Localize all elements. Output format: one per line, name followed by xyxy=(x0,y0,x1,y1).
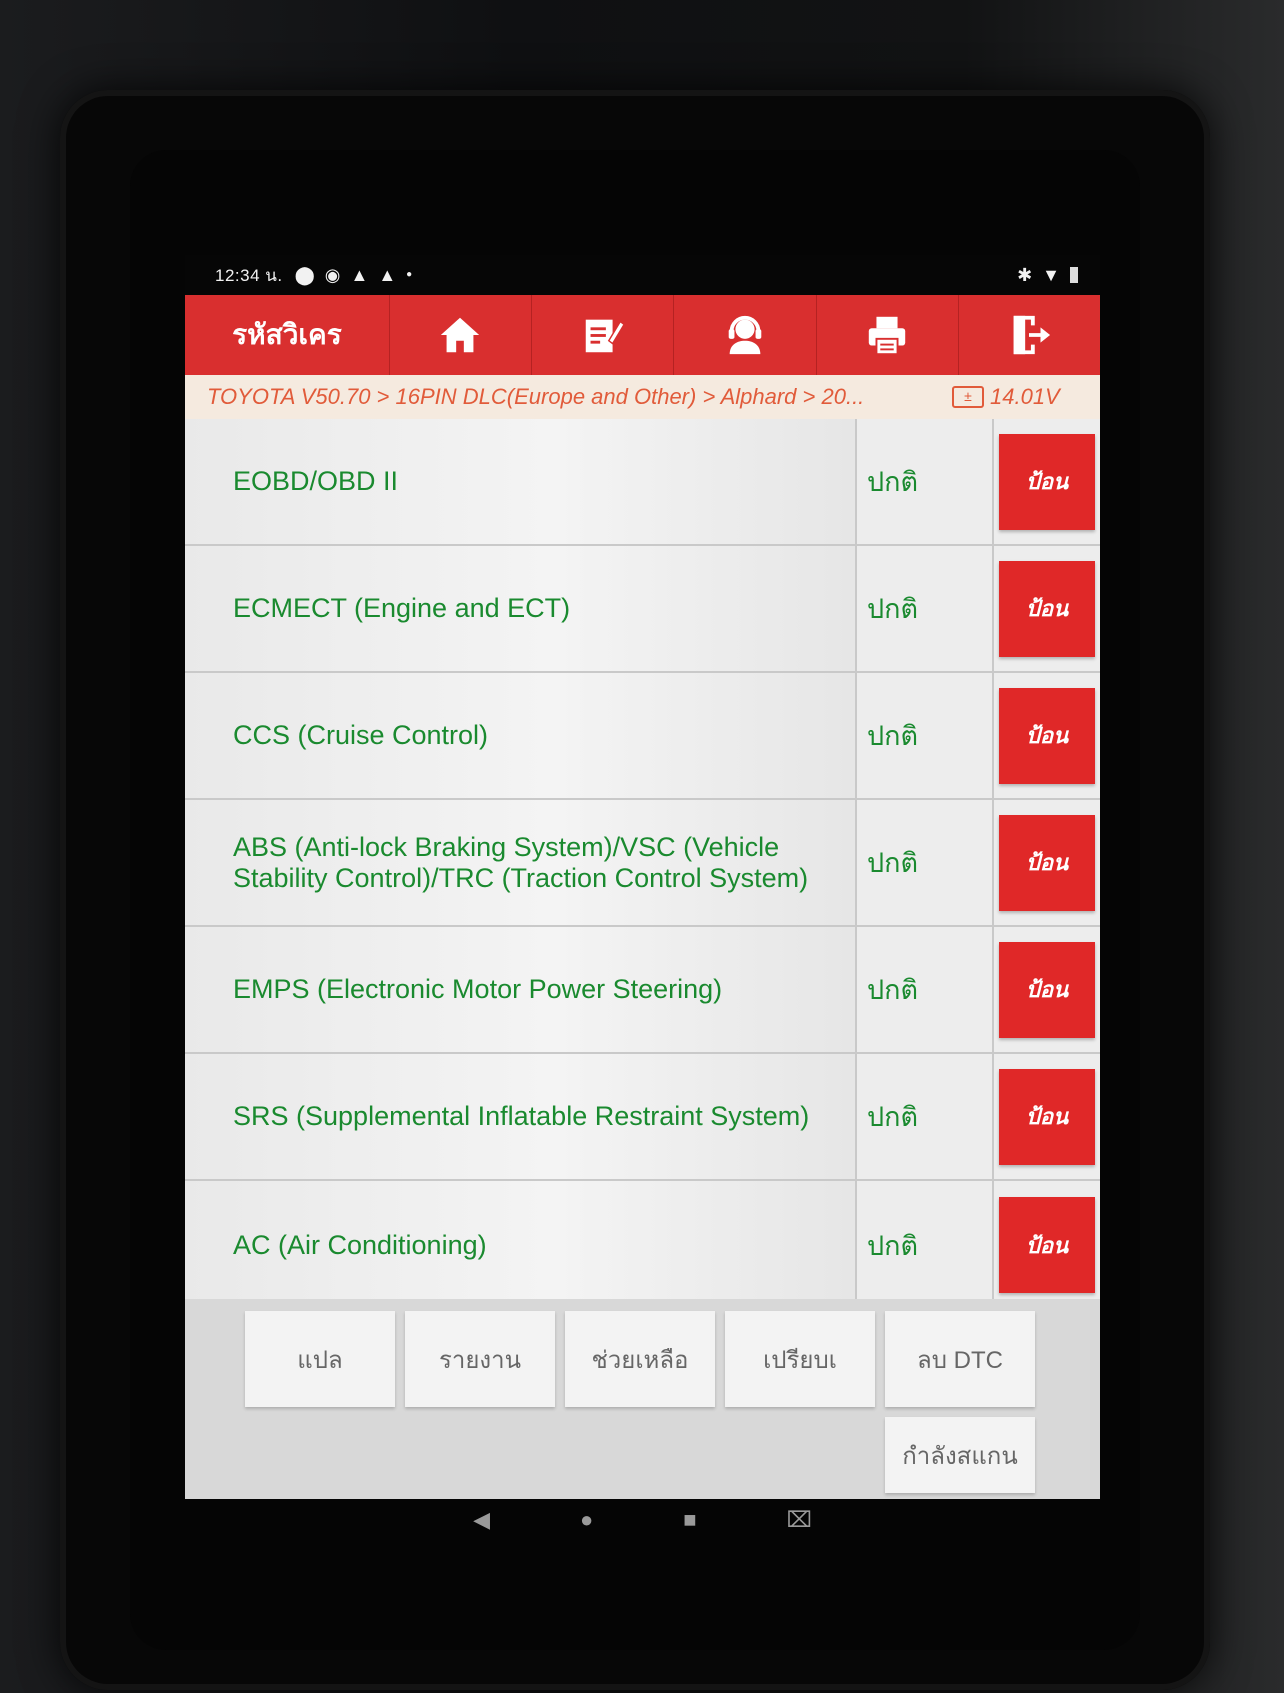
exit-button[interactable] xyxy=(959,295,1100,375)
help-button[interactable]: ช่วยเหลือ xyxy=(565,1311,715,1407)
status-notification-icons: ⬤ ◉ ▲ ▲ ● xyxy=(295,266,413,284)
system-name: ABS (Anti-lock Braking System)/VSC (Vehi… xyxy=(185,800,857,925)
enter-button[interactable]: ป้อน xyxy=(999,560,1095,657)
voltage-value: 14.01V xyxy=(990,384,1060,409)
action-cell: ป้อน xyxy=(994,546,1100,671)
action-cell: ป้อน xyxy=(994,927,1100,1052)
system-name: EMPS (Electronic Motor Power Steering) xyxy=(185,927,857,1052)
system-list: EOBD/OBD II ปกติ ป้อน ECMECT (Engine and… xyxy=(185,419,1100,1309)
home-circle-icon[interactable]: ● xyxy=(580,1507,593,1533)
home-icon xyxy=(441,317,480,353)
status-system-icons: ✱ ▼ xyxy=(1017,255,1078,295)
scanning-button[interactable]: กำลังสแกน xyxy=(885,1417,1035,1493)
nfc-icon: ◉ xyxy=(324,265,341,285)
system-status: ปกติ xyxy=(857,546,994,671)
battery-voltage: ± 14.01V xyxy=(952,384,1060,410)
list-item: CCS (Cruise Control) ปกติ ป้อน xyxy=(185,673,1100,800)
recents-icon[interactable]: ■ xyxy=(683,1507,696,1533)
translate-button[interactable]: แปล xyxy=(245,1311,395,1407)
compare-button[interactable]: เปรียบเ xyxy=(725,1311,875,1407)
wifi-icon: ▼ xyxy=(1042,264,1060,285)
enter-button[interactable]: ป้อน xyxy=(999,1068,1095,1165)
report-button[interactable]: รายงาน xyxy=(405,1311,555,1407)
battery-icon xyxy=(1070,267,1078,283)
android-nav-bar: ◀ ● ■ ⌧ xyxy=(185,1499,1100,1540)
print-button[interactable] xyxy=(817,295,959,375)
system-status: ปกติ xyxy=(857,927,994,1052)
action-cell: ป้อน xyxy=(994,1181,1100,1309)
print-icon xyxy=(868,316,906,356)
home-button[interactable] xyxy=(390,295,533,375)
system-name: AC (Air Conditioning) xyxy=(185,1181,857,1309)
top-toolbar: รหัสวิเคร xyxy=(185,295,1100,375)
enter-button[interactable]: ป้อน xyxy=(999,814,1095,911)
list-item: EOBD/OBD II ปกติ ป้อน xyxy=(185,419,1100,546)
bluetooth-icon: ✱ xyxy=(1017,264,1033,285)
system-status: ปกติ xyxy=(857,1054,994,1179)
action-cell: ป้อน xyxy=(994,673,1100,798)
action-cell: ป้อน xyxy=(994,419,1100,544)
list-item: ECMECT (Engine and ECT) ปกติ ป้อน xyxy=(185,546,1100,673)
status-bar: 12:34 น. ⬤ ◉ ▲ ▲ ● ✱ ▼ xyxy=(185,255,1100,295)
enter-button[interactable]: ป้อน xyxy=(999,941,1095,1038)
warning-icon: ▲ xyxy=(378,265,397,285)
list-item: AC (Air Conditioning) ปกติ ป้อน xyxy=(185,1181,1100,1309)
screen-title: รหัสวิเคร xyxy=(185,295,390,375)
system-status: ปกติ xyxy=(857,419,994,544)
system-status: ปกติ xyxy=(857,1181,994,1309)
screenshot-icon[interactable]: ⌧ xyxy=(787,1507,812,1533)
back-icon[interactable]: ◀ xyxy=(473,1507,490,1533)
breadcrumb: TOYOTA V50.70 > 16PIN DLC(Europe and Oth… xyxy=(185,375,1100,419)
support-button[interactable] xyxy=(674,295,817,375)
system-status: ปกติ xyxy=(857,800,994,925)
edit-button[interactable] xyxy=(532,295,675,375)
support-icon xyxy=(728,315,762,355)
system-name: EOBD/OBD II xyxy=(185,419,857,544)
action-cell: ป้อน xyxy=(994,800,1100,925)
system-name: SRS (Supplemental Inflatable Restraint S… xyxy=(185,1054,857,1179)
list-item: SRS (Supplemental Inflatable Restraint S… xyxy=(185,1054,1100,1181)
enter-button[interactable]: ป้อน xyxy=(999,687,1095,784)
warning-icon: ▲ xyxy=(350,265,369,285)
system-status: ปกติ xyxy=(857,673,994,798)
alert-circle-icon: ⬤ xyxy=(294,265,315,285)
status-time: 12:34 น. xyxy=(215,265,283,285)
dot-icon: ● xyxy=(406,269,413,280)
breadcrumb-path[interactable]: TOYOTA V50.70 > 16PIN DLC(Europe and Oth… xyxy=(207,384,942,410)
list-item: EMPS (Electronic Motor Power Steering) ป… xyxy=(185,927,1100,1054)
edit-icon xyxy=(585,319,625,353)
list-item: ABS (Anti-lock Braking System)/VSC (Vehi… xyxy=(185,800,1100,927)
bottom-action-bar: แปล รายงาน ช่วยเหลือ เปรียบเ ลบ DTC กำลั… xyxy=(185,1299,1100,1499)
clear-dtc-button[interactable]: ลบ DTC xyxy=(885,1311,1035,1407)
enter-button[interactable]: ป้อน xyxy=(999,1197,1095,1293)
car-battery-icon: ± xyxy=(952,386,984,408)
exit-icon xyxy=(1014,315,1051,355)
action-cell: ป้อน xyxy=(994,1054,1100,1179)
system-name: ECMECT (Engine and ECT) xyxy=(185,546,857,671)
system-name: CCS (Cruise Control) xyxy=(185,673,857,798)
enter-button[interactable]: ป้อน xyxy=(999,433,1095,530)
device-screen: 12:34 น. ⬤ ◉ ▲ ▲ ● ✱ ▼ รหัสวิเคร TOYOTA … xyxy=(185,255,1100,1540)
